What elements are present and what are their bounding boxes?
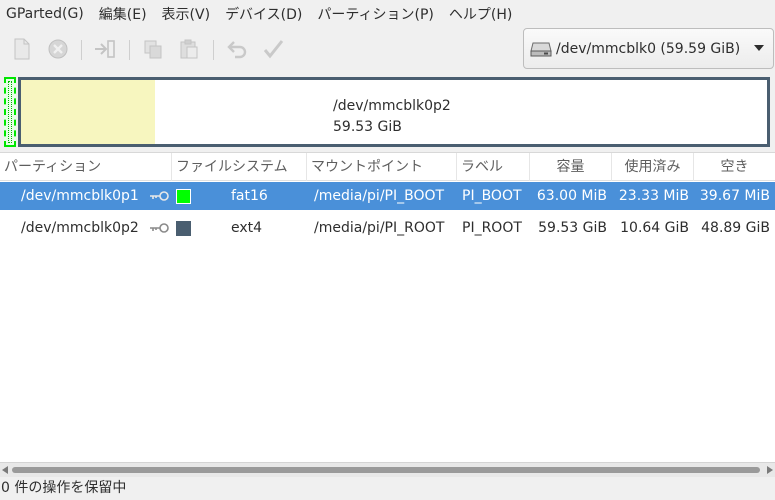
device-selector[interactable]: /dev/mmcblk0 (59.59 GiB) [523, 28, 774, 69]
menu-gparted[interactable]: GParted(G) [6, 6, 84, 22]
menu-device[interactable]: デバイス(D) [225, 4, 302, 24]
chevron-down-icon [754, 45, 764, 51]
size-value: 63.00 MiB [536, 188, 607, 204]
resize-move-button[interactable] [93, 37, 117, 61]
column-header-free[interactable]: 空き [694, 153, 775, 181]
column-header-partition[interactable]: パーティション [0, 153, 172, 181]
filesystem-value: fat16 [231, 188, 268, 204]
paste-icon [180, 39, 198, 59]
scroll-left-icon[interactable] [2, 466, 8, 474]
apply-button[interactable] [261, 37, 285, 61]
table-row[interactable]: /dev/mmcblk0p1 fat16 /media/pi/PI_BOOT P… [0, 182, 775, 210]
key-icon [150, 223, 169, 233]
toolbar-separator [81, 40, 82, 60]
copy-button[interactable] [141, 37, 165, 61]
partition-map-p1[interactable] [4, 77, 16, 147]
new-partition-button[interactable] [10, 37, 34, 61]
column-header-size[interactable]: 容量 [530, 153, 612, 181]
partition-map: /dev/mmcblk0p2 59.53 GiB [0, 72, 775, 152]
undo-icon [227, 41, 247, 59]
partition-name: /dev/mmcblk0p2 [21, 220, 139, 236]
delete-icon [48, 39, 68, 59]
filesystem-value: ext4 [231, 220, 263, 236]
partition-name: /dev/mmcblk0p1 [21, 188, 139, 204]
paste-button[interactable] [177, 37, 201, 61]
toolbar-separator [213, 40, 214, 60]
size-value: 59.53 GiB [538, 220, 607, 236]
free-value: 39.67 MiB [699, 188, 770, 204]
mountpoint-value: /media/pi/PI_ROOT [314, 220, 445, 236]
column-header-label[interactable]: ラベル [457, 153, 530, 181]
undo-button[interactable] [225, 37, 249, 61]
partition-map-p2-used [21, 80, 156, 144]
mountpoint-value: /media/pi/PI_BOOT [314, 188, 445, 204]
scroll-right-icon[interactable] [767, 466, 773, 474]
toolbar-separator [129, 40, 130, 60]
partition-map-p2-text: /dev/mmcblk0p2 59.53 GiB [333, 96, 451, 138]
partition-map-p2-size: 59.53 GiB [333, 119, 402, 135]
filesystem-color-swatch [176, 189, 191, 204]
table-row[interactable]: /dev/mmcblk0p2 ext4 /media/pi/PI_ROOT PI… [0, 214, 775, 242]
menu-bar: GParted(G) 編集(E) 表示(V) デバイス(D) パーティション(P… [0, 0, 775, 28]
table-header: パーティション ファイルシステム マウントポイント ラベル 容量 使用済み 空き [0, 153, 775, 181]
column-header-used[interactable]: 使用済み [612, 153, 694, 181]
resize-move-icon [95, 40, 115, 58]
menu-view[interactable]: 表示(V) [162, 4, 211, 24]
status-bar: 0 件の操作を保留中 [0, 477, 775, 500]
used-value: 10.64 GiB [620, 220, 689, 236]
column-header-filesystem[interactable]: ファイルシステム [172, 153, 307, 181]
menu-edit[interactable]: 編集(E) [99, 4, 147, 24]
new-partition-icon [14, 38, 30, 60]
used-value: 23.33 MiB [618, 188, 689, 204]
free-value: 48.89 GiB [701, 220, 770, 236]
scrollbar-thumb[interactable] [12, 467, 760, 473]
filesystem-color-swatch [176, 221, 191, 236]
partition-table: パーティション ファイルシステム マウントポイント ラベル 容量 使用済み 空き… [0, 152, 775, 477]
device-selector-label: /dev/mmcblk0 (59.59 GiB) [556, 40, 741, 57]
menu-help[interactable]: ヘルプ(H) [449, 4, 512, 24]
drive-icon [530, 42, 552, 56]
label-value: PI_ROOT [462, 220, 522, 236]
horizontal-scrollbar[interactable] [0, 462, 775, 477]
partition-map-p2-name: /dev/mmcblk0p2 [333, 98, 451, 114]
toolbar: /dev/mmcblk0 (59.59 GiB) [0, 28, 775, 72]
partition-map-p1-selection [8, 81, 12, 143]
copy-icon [144, 40, 162, 59]
delete-button[interactable] [46, 37, 70, 61]
column-header-mountpoint[interactable]: マウントポイント [307, 153, 457, 181]
partition-map-p2[interactable]: /dev/mmcblk0p2 59.53 GiB [18, 77, 770, 147]
menu-partition[interactable]: パーティション(P) [317, 4, 434, 24]
key-icon [150, 191, 169, 201]
label-value: PI_BOOT [462, 188, 522, 204]
apply-icon [263, 40, 284, 59]
